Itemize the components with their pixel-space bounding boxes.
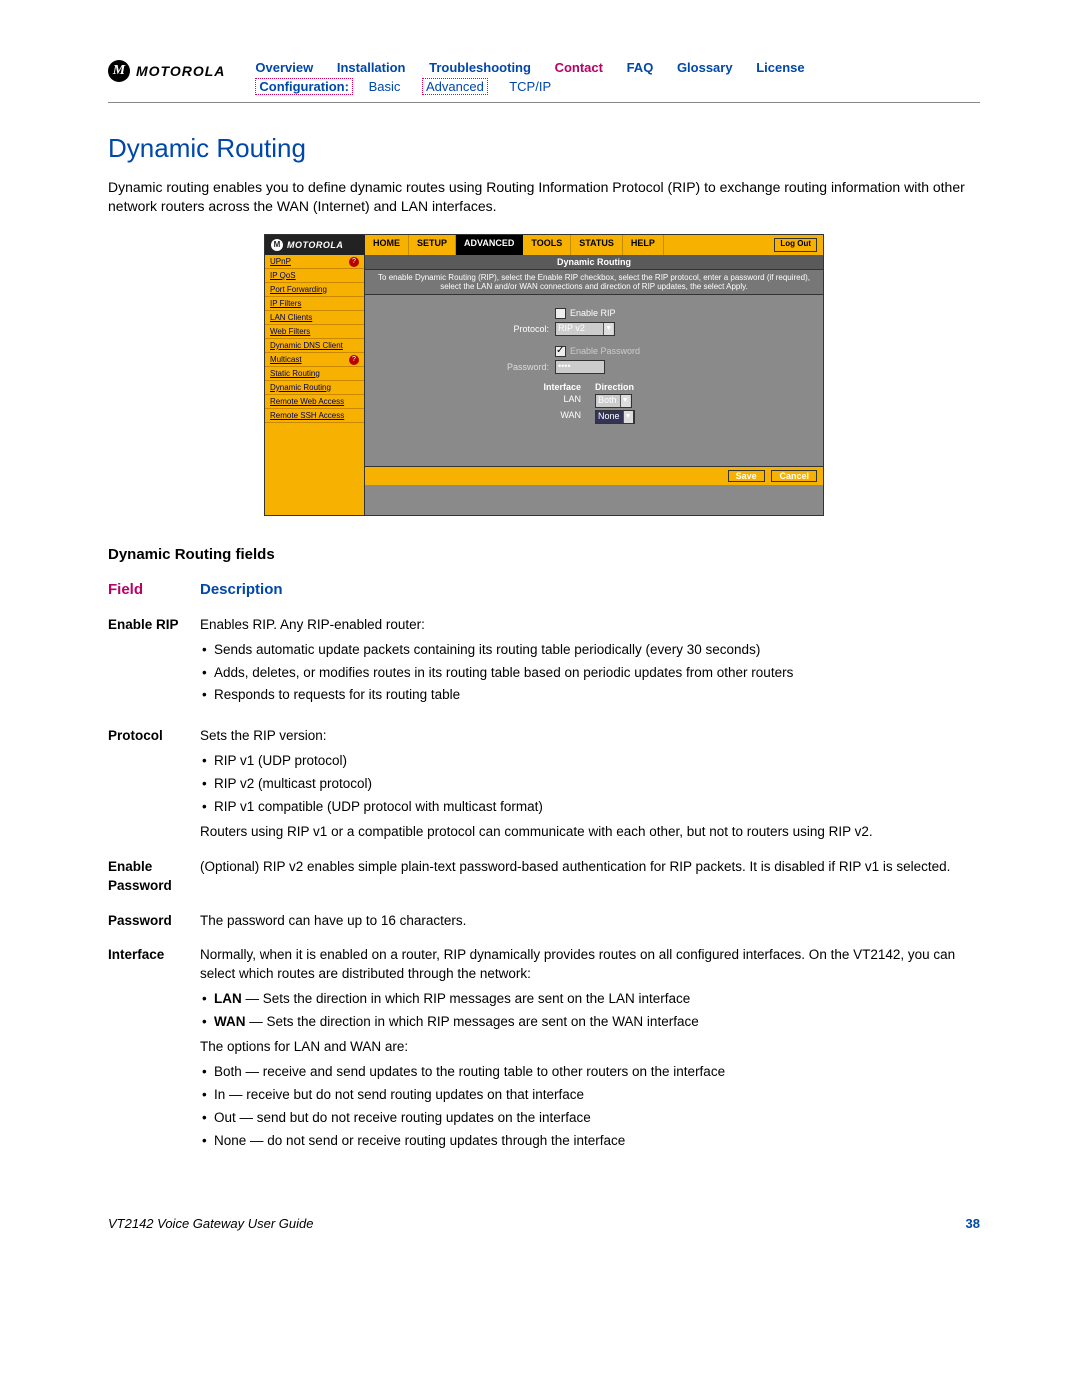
subnav-tcpip[interactable]: TCP/IP <box>509 79 551 94</box>
shot-logout-button[interactable]: Log Out <box>774 238 817 252</box>
wan-direction-select[interactable]: None <box>595 410 635 424</box>
side-port-forwarding[interactable]: Port Forwarding <box>265 283 364 297</box>
shot-sidebar: UPnP? IP QoS Port Forwarding IP Filters … <box>265 255 365 515</box>
brand-logo: M MOTOROLA <box>108 60 225 82</box>
col-description: Description <box>200 581 980 610</box>
subnav-basic[interactable]: Basic <box>369 79 401 94</box>
subnav-configuration-label: Configuration: <box>255 78 353 95</box>
table-row: Password The password can have up to 16 … <box>108 906 980 941</box>
router-ui-screenshot: M MOTOROLA HOME SETUP ADVANCED TOOLS STA… <box>264 234 824 516</box>
sub-nav: Configuration: Basic Advanced TCP/IP <box>255 79 980 94</box>
shot-nav-setup[interactable]: SETUP <box>409 235 456 255</box>
help-icon[interactable]: ? <box>349 355 359 365</box>
page-title: Dynamic Routing <box>108 133 980 164</box>
enable-rip-checkbox[interactable] <box>555 308 566 319</box>
shot-nav-home[interactable]: HOME <box>365 235 409 255</box>
side-ip-filters[interactable]: IP Filters <box>265 297 364 311</box>
nav-overview[interactable]: Overview <box>255 60 313 75</box>
lan-direction-select[interactable]: Both <box>595 394 632 408</box>
motorola-batwing-icon: M <box>108 60 130 82</box>
side-ddns[interactable]: Dynamic DNS Client <box>265 339 364 353</box>
interface-header: Interface <box>365 382 595 392</box>
nav-license[interactable]: License <box>756 60 804 75</box>
save-button[interactable]: Save <box>728 470 765 482</box>
direction-header: Direction <box>595 382 634 392</box>
table-row: Interface Normally, when it is enabled o… <box>108 940 980 1166</box>
shot-nav-tools[interactable]: TOOLS <box>523 235 571 255</box>
footer-title: VT2142 Voice Gateway User Guide <box>108 1216 313 1231</box>
side-remote-web[interactable]: Remote Web Access <box>265 395 364 409</box>
protocol-select[interactable]: RIP v2 <box>555 322 615 336</box>
shot-panel-desc: To enable Dynamic Routing (RIP), select … <box>365 270 823 295</box>
nav-contact[interactable]: Contact <box>555 60 603 75</box>
side-lan-clients[interactable]: LAN Clients <box>265 311 364 325</box>
side-dynamic-routing[interactable]: Dynamic Routing <box>265 381 364 395</box>
side-static-routing[interactable]: Static Routing <box>265 367 364 381</box>
page-header: M MOTOROLA Overview Installation Trouble… <box>108 60 980 103</box>
page-footer: VT2142 Voice Gateway User Guide 38 <box>108 1216 980 1231</box>
wan-row-label: WAN <box>365 410 595 424</box>
shot-panel-title: Dynamic Routing <box>365 255 823 270</box>
side-remote-ssh[interactable]: Remote SSH Access <box>265 409 364 423</box>
brand-text: MOTOROLA <box>136 63 225 79</box>
side-ipqos[interactable]: IP QoS <box>265 269 364 283</box>
help-icon[interactable]: ? <box>349 257 359 267</box>
shot-motorola-icon: M <box>271 239 283 251</box>
cancel-button[interactable]: Cancel <box>771 470 817 482</box>
shot-nav-status[interactable]: STATUS <box>571 235 623 255</box>
subnav-advanced[interactable]: Advanced <box>422 78 488 95</box>
password-label: Password: <box>365 362 555 372</box>
table-row: Enable Password (Optional) RIP v2 enable… <box>108 852 980 906</box>
nav-troubleshooting[interactable]: Troubleshooting <box>429 60 531 75</box>
table-row: Enable RIP Enables RIP. Any RIP-enabled … <box>108 610 980 722</box>
top-nav: Overview Installation Troubleshooting Co… <box>255 60 980 75</box>
protocol-label: Protocol: <box>365 324 555 334</box>
fields-table: Field Description Enable RIP Enables RIP… <box>108 581 980 1167</box>
side-web-filters[interactable]: Web Filters <box>265 325 364 339</box>
shot-brand: M MOTOROLA <box>265 235 365 255</box>
lan-row-label: LAN <box>365 394 595 408</box>
nav-installation[interactable]: Installation <box>337 60 406 75</box>
fields-section-title: Dynamic Routing fields <box>108 546 980 563</box>
nav-glossary[interactable]: Glossary <box>677 60 733 75</box>
side-multicast[interactable]: Multicast? <box>265 353 364 367</box>
page-number: 38 <box>966 1216 980 1231</box>
nav-faq[interactable]: FAQ <box>627 60 654 75</box>
intro-text: Dynamic routing enables you to define dy… <box>108 178 980 216</box>
shot-nav-help[interactable]: HELP <box>623 235 664 255</box>
password-input[interactable]: •••• <box>555 360 605 374</box>
table-row: Protocol Sets the RIP version: RIP v1 (U… <box>108 721 980 851</box>
col-field: Field <box>108 581 200 610</box>
enable-password-checkbox[interactable] <box>555 346 566 357</box>
shot-nav-advanced[interactable]: ADVANCED <box>456 235 523 255</box>
side-upnp[interactable]: UPnP? <box>265 255 364 269</box>
